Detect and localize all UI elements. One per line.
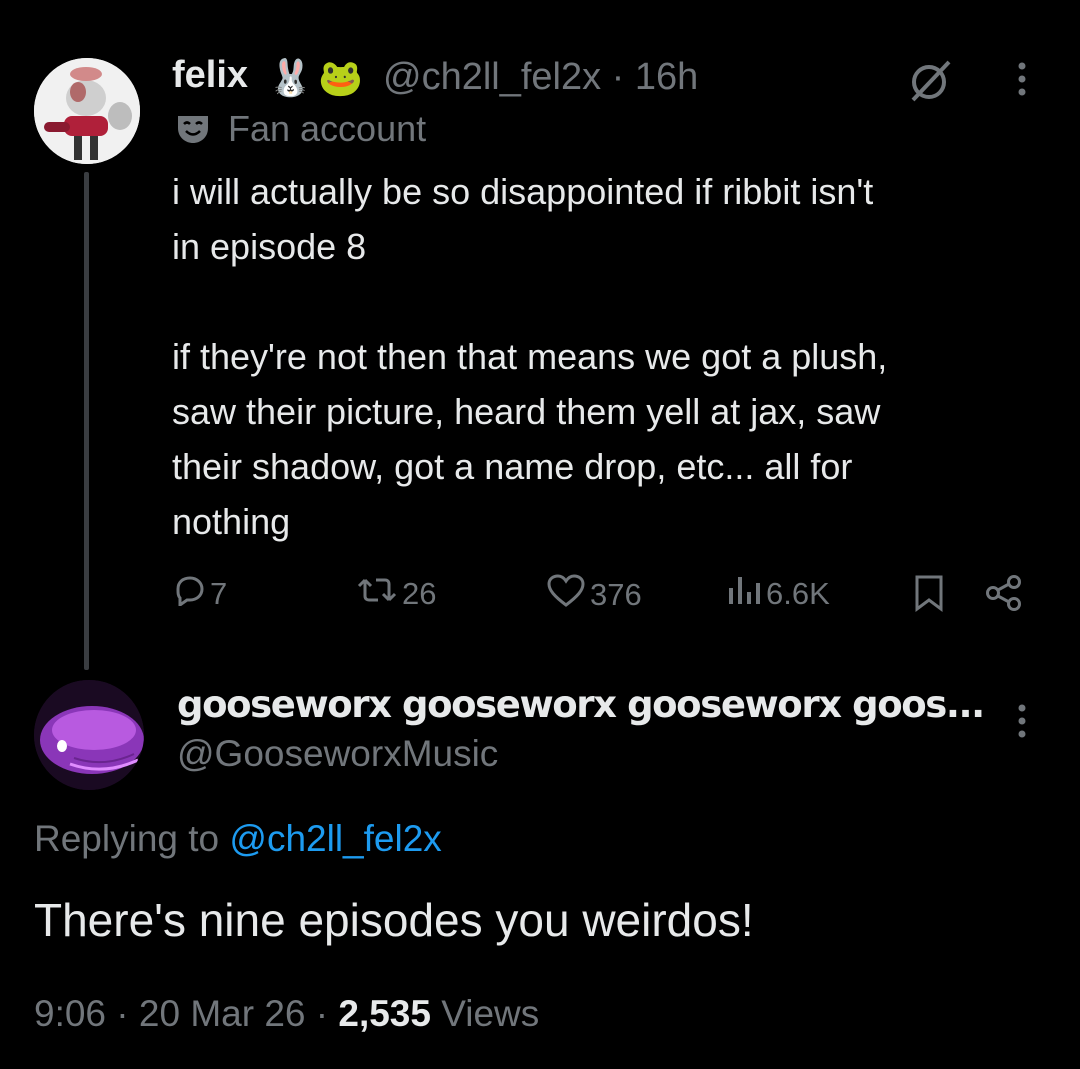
replying-to-link[interactable]: @ch2ll_fel2x <box>229 818 441 859</box>
like-button[interactable]: 376 <box>546 574 642 616</box>
views-icon <box>726 574 766 614</box>
reply-meta: 9:06 · 20 Mar 26 · 2,535 Views <box>34 993 539 1035</box>
reply-views-label: Views <box>430 993 540 1034</box>
more-icon[interactable] <box>1012 702 1032 742</box>
replying-to-line: Replying to @ch2ll_fel2x <box>34 818 442 860</box>
rabbit-emoji: 🐰 <box>268 57 313 98</box>
reply-icon <box>172 574 210 614</box>
frog-emoji: 🐸 <box>318 57 363 98</box>
reply-handle[interactable]: @GooseworxMusic <box>177 733 498 775</box>
like-icon <box>546 574 590 616</box>
grok-icon[interactable] <box>907 58 955 102</box>
views-count: 6.6K <box>766 576 830 611</box>
reply-button[interactable]: 7 <box>172 574 227 614</box>
bookmark-button[interactable] <box>912 574 950 620</box>
replying-to-prefix: Replying to <box>34 818 230 859</box>
like-count: 376 <box>590 577 642 612</box>
parent-handle-time[interactable]: @ch2ll_fel2x · 16h <box>383 56 698 99</box>
more-icon[interactable] <box>1012 60 1032 100</box>
reply-avatar[interactable] <box>34 680 144 790</box>
share-button[interactable] <box>984 574 1028 620</box>
reply-views-count: 2,535 <box>338 993 431 1034</box>
views-button[interactable]: 6.6K <box>726 574 830 614</box>
repost-count: 26 <box>402 576 437 611</box>
reply-timestamp[interactable]: 9:06 · 20 Mar 26 · <box>34 993 338 1034</box>
share-icon <box>984 574 1028 620</box>
reply-tweet-text: There's nine episodes you weirdos! <box>34 894 754 946</box>
repost-icon <box>356 574 402 614</box>
bookmark-icon <box>912 574 950 620</box>
parent-action-bar: 7 26 376 6.6K <box>172 574 1032 622</box>
reply-display-name[interactable]: gooseworx gooseworx gooseworx goos... <box>177 683 985 726</box>
fan-account-icon <box>176 114 210 144</box>
thread-line <box>84 172 89 670</box>
parent-tweet-text: i will actually be so disappointed if ri… <box>172 171 888 542</box>
fan-account-label: Fan account <box>228 108 427 149</box>
repost-button[interactable]: 26 <box>356 574 436 614</box>
parent-display-name[interactable]: felix <box>172 54 248 97</box>
parent-avatar[interactable] <box>34 58 140 164</box>
reply-count: 7 <box>210 576 228 611</box>
